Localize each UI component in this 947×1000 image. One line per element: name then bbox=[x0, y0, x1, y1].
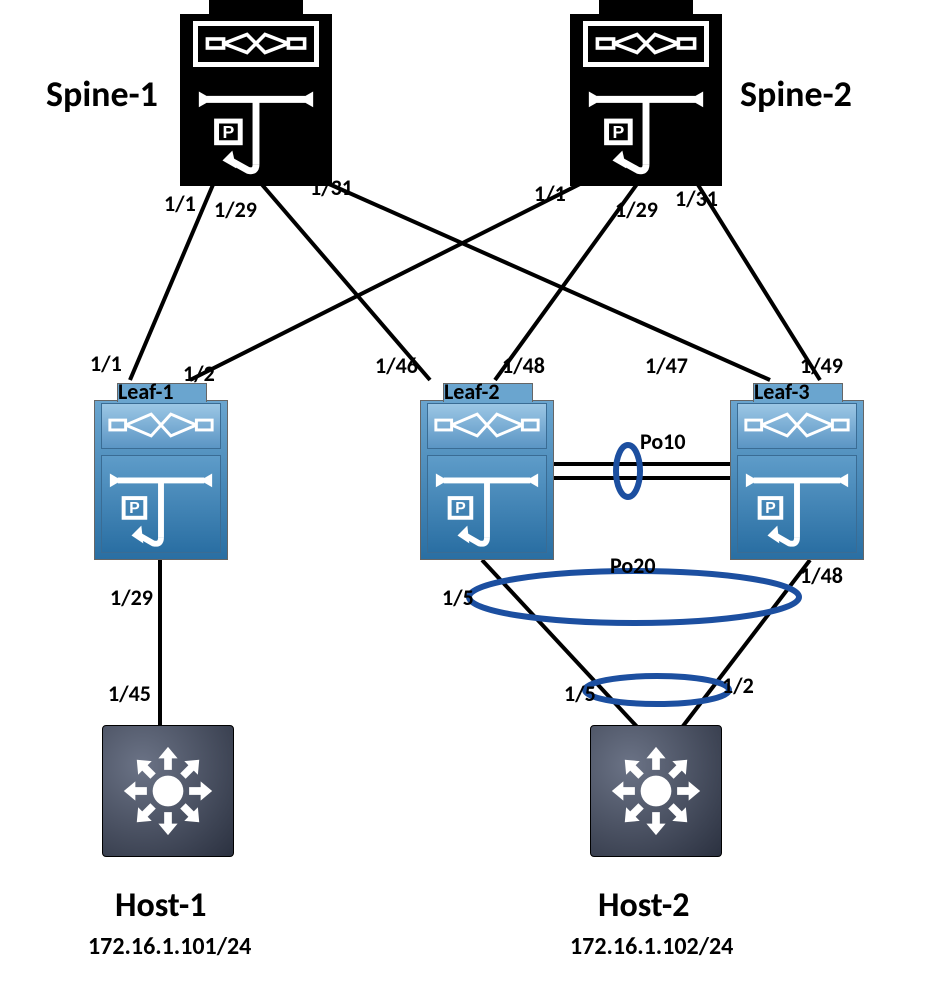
leaf1-port-1: 1/1 bbox=[90, 350, 122, 377]
host-1-label: Host-1 bbox=[115, 885, 207, 926]
spine-1-switch-icon: P bbox=[180, 14, 332, 186]
leaf-1-label: Leaf-1 bbox=[118, 378, 173, 405]
leaf1-port-2: 1/2 bbox=[183, 360, 215, 387]
host-2-ip: 172.16.1.102/24 bbox=[570, 932, 733, 961]
leaf2-port-5: 1/5 bbox=[442, 584, 474, 611]
leaf-2-label: Leaf-2 bbox=[444, 378, 499, 405]
host-2-label: Host-2 bbox=[598, 885, 690, 926]
leaf-3-switch-icon: P bbox=[730, 400, 864, 560]
svg-text:P: P bbox=[455, 500, 465, 517]
svg-text:P: P bbox=[129, 500, 139, 517]
svg-text:P: P bbox=[765, 500, 775, 517]
host2-port-2: 1/2 bbox=[722, 672, 754, 699]
spine-1-label: Spine-1 bbox=[46, 72, 158, 116]
spine1-port-1: 1/1 bbox=[164, 190, 196, 217]
host-1-ip: 172.16.1.101/24 bbox=[88, 932, 251, 961]
po20-label: Po20 bbox=[610, 552, 655, 579]
leaf-1-switch-icon: P bbox=[94, 400, 228, 560]
leaf-2-switch-icon: P bbox=[420, 400, 554, 560]
leaf3-port-48: 1/48 bbox=[800, 562, 843, 589]
leaf2-port-48: 1/48 bbox=[502, 352, 545, 379]
spine-2-label: Spine-2 bbox=[740, 72, 852, 116]
spine2-port-31: 1/31 bbox=[675, 185, 718, 212]
host-2-icon bbox=[590, 725, 722, 857]
spine-2-switch-icon: P bbox=[570, 14, 722, 186]
svg-text:P: P bbox=[222, 122, 234, 142]
spine1-port-29: 1/29 bbox=[214, 196, 257, 223]
svg-text:P: P bbox=[612, 122, 624, 142]
leaf3-port-49: 1/49 bbox=[800, 352, 843, 379]
host1-port-45: 1/45 bbox=[108, 680, 151, 707]
leaf3-port-47: 1/47 bbox=[645, 352, 688, 379]
leaf2-port-46: 1/46 bbox=[375, 352, 418, 379]
spine2-port-29: 1/29 bbox=[615, 196, 658, 223]
host-1-icon bbox=[102, 725, 234, 857]
leaf1-port-29: 1/29 bbox=[110, 584, 153, 611]
spine2-port-1: 1/1 bbox=[534, 180, 566, 207]
spine1-port-31: 1/31 bbox=[310, 174, 353, 201]
host2-port-5: 1/5 bbox=[564, 680, 596, 707]
po10-label: Po10 bbox=[640, 428, 685, 455]
leaf-3-label: Leaf-3 bbox=[754, 378, 809, 405]
